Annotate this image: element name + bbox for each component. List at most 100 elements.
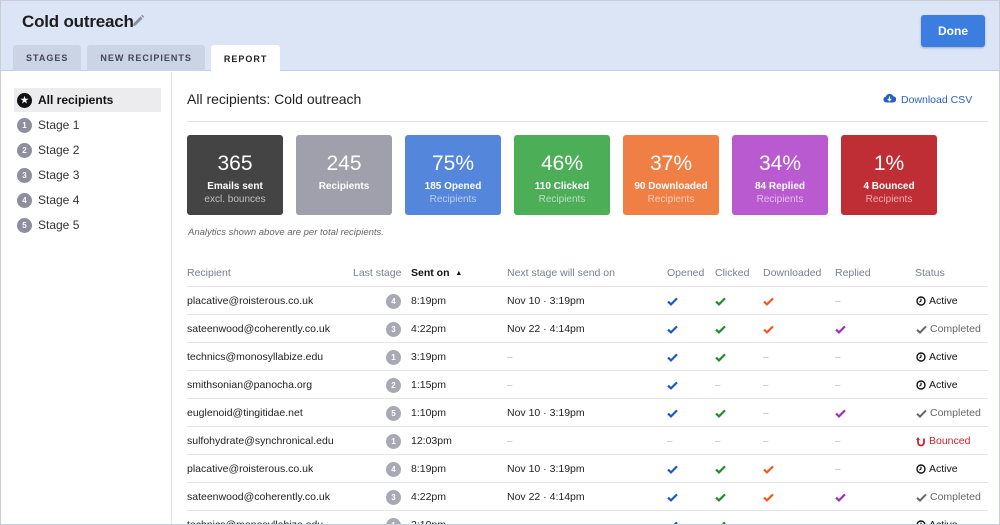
sidebar-item-stage-5[interactable]: 5 Stage 5: [14, 213, 161, 237]
next-send-cell: Nov 22 · 4:14pm: [507, 491, 585, 503]
sidebar-item-stage-2[interactable]: 2 Stage 2: [14, 138, 161, 162]
stat-card-replied[interactable]: 34% 84 Replied Recipients: [732, 135, 828, 215]
last-stage-cell: 1: [386, 511, 401, 524]
stage-number-badge: 4: [17, 192, 32, 208]
stat-label: Emails sent: [207, 181, 263, 192]
status-label: Active: [929, 379, 958, 391]
sidebar-item-all-recipients[interactable]: ★ All recipients: [14, 88, 161, 112]
analytics-note: Analytics shown above are per total reci…: [188, 227, 384, 238]
col-header-replied[interactable]: Replied: [835, 267, 871, 279]
col-header-downloaded[interactable]: Downloaded: [763, 267, 821, 279]
stat-sublabel: Recipients: [756, 194, 804, 205]
stat-label: Recipients: [318, 181, 370, 192]
stage-number-badge: 3: [17, 167, 32, 183]
clock-icon: [916, 296, 926, 306]
status-label: Completed: [930, 491, 981, 503]
stage-number-badge: 4: [386, 461, 401, 477]
stat-value: 75%: [431, 152, 475, 175]
downloaded-dash: –: [763, 379, 769, 391]
stat-card-clicked[interactable]: 46% 110 Clicked Recipients: [514, 135, 610, 215]
clicked-check-icon: [715, 483, 726, 511]
clicked-dash: –: [715, 379, 721, 391]
recipient-email[interactable]: sateenwood@coherently.co.uk: [187, 483, 330, 511]
downloaded-dash: –: [763, 407, 769, 419]
stat-card-emails-sent[interactable]: 365 Emails sent excl. bounces: [187, 135, 283, 215]
status-cell: Completed: [916, 483, 981, 511]
col-header-recipient[interactable]: Recipient: [187, 267, 231, 279]
stage-number-badge: 1: [386, 349, 401, 365]
recipient-email[interactable]: sateenwood@coherently.co.uk: [187, 315, 330, 343]
sidebar-item-stage-3[interactable]: 3 Stage 3: [14, 163, 161, 187]
tab-new-recipients[interactable]: NEW RECIPIENTS: [87, 45, 205, 71]
downloaded-check-icon: [763, 483, 774, 511]
clicked-check-icon: [715, 343, 726, 371]
table-row[interactable]: technics@monosyllabize.edu 1 3:19pm – – …: [187, 510, 988, 525]
next-send-cell: –: [507, 379, 513, 391]
col-header-opened[interactable]: Opened: [667, 267, 704, 279]
col-header-clicked[interactable]: Clicked: [715, 267, 749, 279]
recipient-email[interactable]: euglenoid@tingitidae.net: [187, 399, 303, 427]
pencil-icon[interactable]: [130, 13, 146, 29]
recipient-email[interactable]: placative@roisterous.co.uk: [187, 455, 313, 483]
recipient-email[interactable]: technics@monosyllabize.edu: [187, 343, 323, 371]
table-row[interactable]: euglenoid@tingitidae.net 5 1:10pm Nov 10…: [187, 398, 988, 426]
sidebar-item-stage-1[interactable]: 1 Stage 1: [14, 113, 161, 137]
replied-check-icon: [835, 315, 846, 343]
sent-on-cell: 12:03pm: [411, 435, 452, 447]
recipient-email[interactable]: smithsonian@panocha.org: [187, 371, 312, 399]
table-row[interactable]: technics@monosyllabize.edu 1 3:19pm – – …: [187, 342, 988, 370]
opened-check-icon: [667, 511, 678, 524]
tab-stages[interactable]: STAGES: [13, 45, 82, 71]
last-stage-cell: 3: [386, 315, 401, 343]
status-cell: Active: [916, 371, 958, 399]
col-header-next-stage[interactable]: Next stage will send on: [507, 267, 615, 279]
recipient-email[interactable]: technics@monosyllabize.edu: [187, 511, 323, 524]
sidebar-item-stage-4[interactable]: 4 Stage 4: [14, 188, 161, 212]
download-csv-link[interactable]: Download CSV: [883, 93, 972, 106]
table-row[interactable]: placative@roisterous.co.uk 4 8:19pm Nov …: [187, 286, 988, 314]
clock-icon: [916, 464, 926, 474]
sent-on-cell: 3:19pm: [411, 519, 447, 525]
col-header-sent-on[interactable]: Sent on ▲: [411, 267, 462, 279]
stage-number-badge: 5: [17, 217, 32, 233]
replied-dash: –: [835, 463, 841, 475]
done-button[interactable]: Done: [921, 15, 985, 47]
col-header-last-stage[interactable]: Last stage: [353, 267, 401, 279]
checkmark-icon: [916, 409, 927, 418]
replied-dash: –: [835, 351, 841, 363]
table-row[interactable]: placative@roisterous.co.uk 4 8:19pm Nov …: [187, 454, 988, 482]
status-label: Bounced: [929, 435, 971, 447]
stat-card-bounced[interactable]: 1% 4 Bounced Recipients: [841, 135, 937, 215]
campaign-title: Cold outreach: [22, 12, 134, 31]
downloaded-dash: –: [763, 435, 769, 447]
status-label: Active: [929, 463, 958, 475]
status-cell: Bounced: [916, 427, 970, 455]
stat-card-opened[interactable]: 75% 185 Opened Recipients: [405, 135, 501, 215]
col-header-status[interactable]: Status: [915, 267, 945, 279]
last-stage-cell: 1: [386, 427, 401, 455]
clicked-dash: –: [715, 435, 721, 447]
recipient-email[interactable]: placative@roisterous.co.uk: [187, 287, 313, 315]
recipient-email[interactable]: sulfohydrate@synchronical.edu: [187, 427, 334, 455]
app-window: Cold outreach Done STAGES NEW RECIPIENTS…: [0, 0, 1000, 525]
sent-on-cell: 8:19pm: [411, 463, 447, 475]
sidebar-item-label: Stage 5: [38, 218, 80, 232]
status-label: Active: [929, 351, 958, 363]
next-send-cell: Nov 10 · 3:19pm: [507, 463, 585, 475]
status-label: Completed: [930, 407, 981, 419]
status-label: Completed: [930, 323, 981, 335]
table-row[interactable]: sateenwood@coherently.co.uk 3 4:22pm Nov…: [187, 482, 988, 510]
tab-report[interactable]: REPORT: [210, 45, 281, 72]
stat-card-recipients[interactable]: 245 Recipients: [296, 135, 392, 215]
sidebar-item-label: Stage 3: [38, 168, 80, 182]
table-row[interactable]: smithsonian@panocha.org 2 1:15pm – – – –…: [187, 370, 988, 398]
table-row[interactable]: sateenwood@coherently.co.uk 3 4:22pm Nov…: [187, 314, 988, 342]
stat-card-downloaded[interactable]: 37% 90 Downloaded Recipients: [623, 135, 719, 215]
stat-sublabel: excl. bounces: [204, 194, 266, 205]
table-row[interactable]: sulfohydrate@synchronical.edu 1 12:03pm …: [187, 426, 988, 454]
stat-value: 365: [217, 152, 253, 175]
last-stage-cell: 1: [386, 343, 401, 371]
stat-sublabel: Recipients: [429, 194, 477, 205]
checkmark-icon: [916, 493, 927, 502]
clicked-check-icon: [715, 315, 726, 343]
